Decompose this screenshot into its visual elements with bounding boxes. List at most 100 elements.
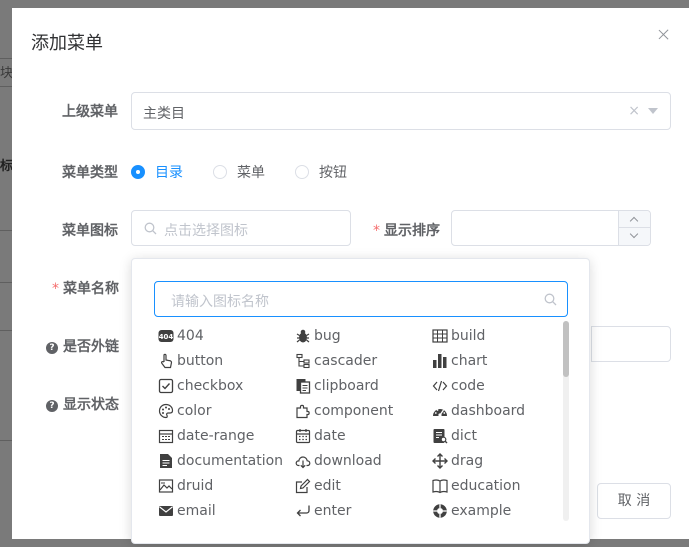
icon-option-edit[interactable]: edit [295,473,432,498]
menu-icon-input[interactable]: 点击选择图标 [131,210,351,246]
icon-option-enter[interactable]: enter [295,498,432,523]
decrease-icon[interactable] [618,228,650,245]
visible-status-label: ? 显示状态 [46,394,119,414]
parent-menu-select[interactable]: 主类目 × [131,92,671,130]
icon-option-label: checkbox [177,377,244,394]
icon-option-bug[interactable]: bug [295,323,432,348]
icon-option-druid[interactable]: druid [158,473,295,498]
icon-search-placeholder: 请输入图标名称 [171,294,269,310]
radio-button[interactable]: 按钮 [295,162,347,182]
required-mark: * [52,281,59,297]
color-icon [158,403,174,418]
search-icon [144,222,157,235]
icon-option-date-range[interactable]: date-range [158,423,295,448]
caret-down-icon[interactable] [648,108,658,114]
icon-option-label: example [451,502,512,519]
icon-option-label: drag [451,452,484,469]
documentation-icon [160,453,172,468]
icon-option-chart[interactable]: chart [432,348,568,373]
radio-dot [131,165,145,179]
icon-list: 404 404 bug build button cascader chart checkbo… [158,323,568,523]
display-order-text: 显示排序 [384,223,440,239]
radio-menu[interactable]: 菜单 [213,162,265,182]
radio-label: 菜单 [237,165,265,181]
icon-option-label: documentation [177,452,284,469]
dialog-title: 添加菜单 [31,33,103,54]
required-mark: * [373,223,380,239]
icon-option-label: download [314,452,382,469]
icon-option-label: build [451,327,486,344]
clipboard-icon [296,378,311,394]
menu-name-text: 菜单名称 [63,281,119,297]
svg-text:404: 404 [159,333,174,341]
icon-option-example[interactable]: example [432,498,568,523]
icon-option-email[interactable]: email [158,498,295,523]
external-link-text: 是否外链 [63,339,119,355]
icon-option-documentation[interactable]: documentation [158,448,295,473]
icon-option-label: bug [314,327,341,344]
route-address-input[interactable] [591,326,671,362]
icon-option-checkbox[interactable]: checkbox [158,373,295,398]
email-icon [159,505,173,516]
component-icon [296,404,310,418]
menu-type-label: 菜单类型 [62,165,118,181]
parent-menu-label: 上级菜单 [62,104,118,120]
clear-icon[interactable]: × [628,103,640,119]
404-icon: 404 [158,329,174,342]
icon-option-color[interactable]: color [158,398,295,423]
enter-icon [296,505,310,516]
icon-option-component[interactable]: component [295,398,432,423]
radio-dot [213,165,227,179]
icon-option-build[interactable]: build [432,323,568,348]
code-icon [432,380,448,391]
icon-option-label: date-range [177,427,255,444]
icon-option-label: color [177,402,212,419]
backdrop-divider [0,330,12,331]
backdrop-divider [0,440,12,441]
edit-icon [295,478,311,493]
display-order-input[interactable] [451,210,651,246]
parent-menu-value: 主类目 [143,106,185,122]
icon-search-input[interactable]: 请输入图标名称 [154,281,568,317]
icon-option-cascader[interactable]: cascader [295,348,432,373]
radio-label: 目录 [155,165,183,181]
close-icon[interactable] [655,26,673,44]
icon-select-popover: 请输入图标名称 404 404 bug build button cascader char… [131,258,590,544]
external-link-label: ? 是否外链 [46,336,119,356]
icon-option-button[interactable]: button [158,348,295,373]
icon-option-code[interactable]: code [432,373,568,398]
icon-option-date[interactable]: date [295,423,432,448]
build-icon [432,328,448,343]
icon-option-education[interactable]: education [432,473,568,498]
date-range-icon [158,429,174,443]
icon-option-drag[interactable]: drag [432,448,568,473]
icon-option-404[interactable]: 404 404 [158,323,295,348]
icon-option-label: button [177,352,224,369]
backdrop-divider [0,58,12,59]
question-icon[interactable]: ? [46,342,58,354]
drag-icon [432,452,448,469]
dict-icon [433,428,448,443]
date-icon [295,428,311,443]
display-order-label: * 显示排序 [373,220,440,240]
icon-option-download[interactable]: download [295,448,432,473]
icon-list-scrollbar[interactable] [563,321,569,521]
question-icon[interactable]: ? [46,400,58,412]
dashboard-icon [433,408,447,417]
example-icon [433,503,447,518]
radio-directory[interactable]: 目录 [131,162,183,182]
icon-option-label: dict [451,427,477,444]
chart-icon [433,353,447,368]
icon-option-dashboard[interactable]: dashboard [432,398,568,423]
menu-icon-label: 菜单图标 [62,223,118,239]
cancel-button[interactable]: 取 消 [597,483,671,519]
increase-icon[interactable] [618,211,650,228]
backdrop-text-fragment: 标 [0,159,12,174]
icon-option-label: chart [451,352,488,369]
backdrop-text-fragment: 块 [0,66,12,81]
backdrop-divider [0,86,12,87]
icon-option-dict[interactable]: dict [432,423,568,448]
icon-option-label: clipboard [314,377,379,394]
scrollbar-thumb[interactable] [563,321,569,377]
icon-option-clipboard[interactable]: clipboard [295,373,432,398]
